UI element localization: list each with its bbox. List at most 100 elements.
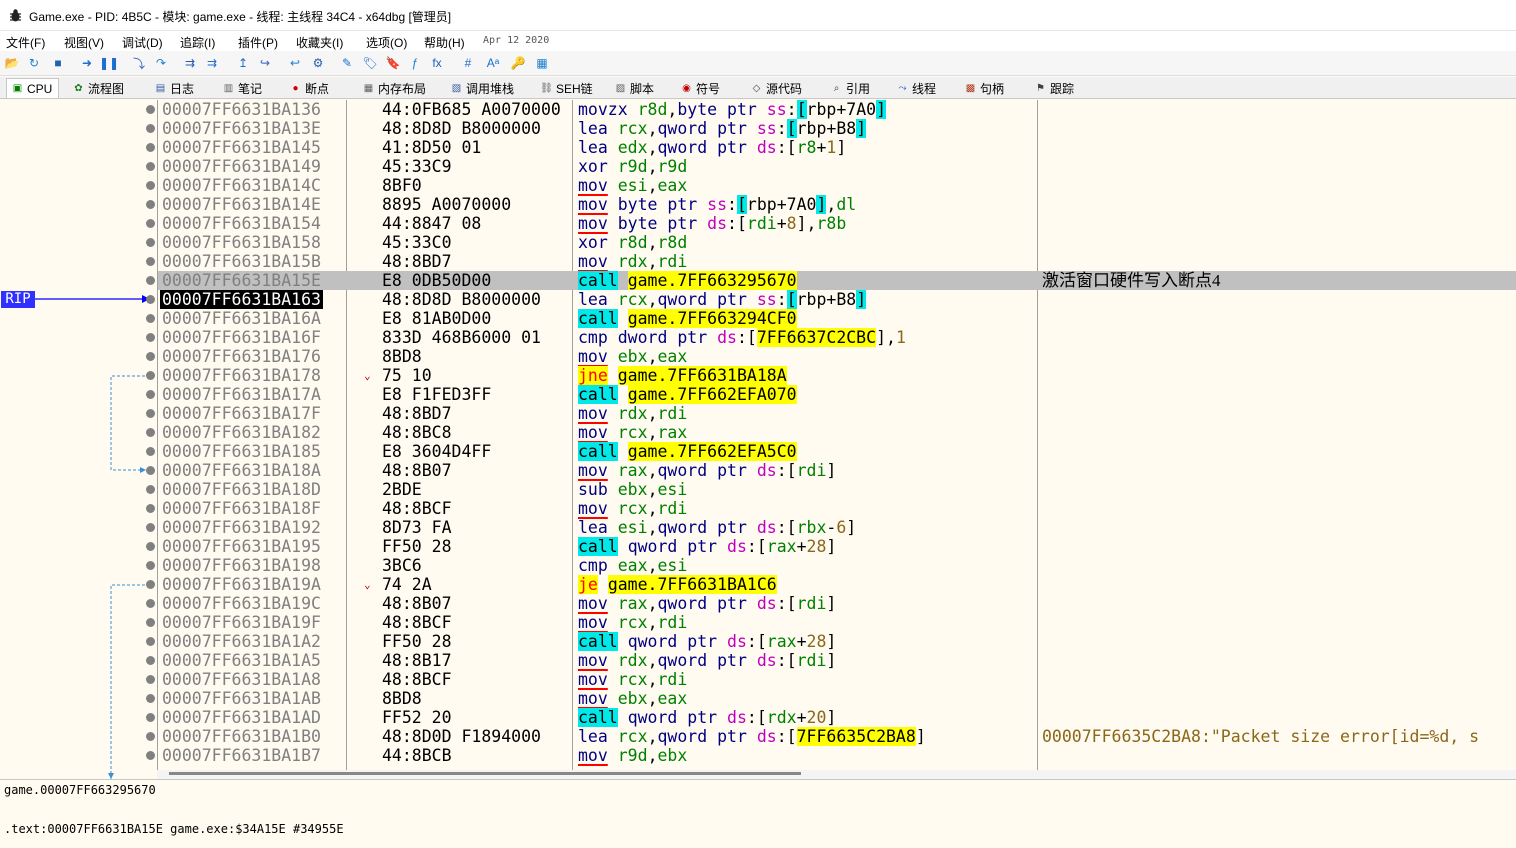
disasm-row[interactable]: 00007FF6631BA16F 833D 468B6000 01 cmp dwor… — [158, 328, 1516, 347]
stop-icon[interactable]: ■ — [50, 55, 66, 71]
disasm-row[interactable]: 00007FF6631BA1A2 FF50 28 call qword ptr ds… — [158, 632, 1516, 651]
breakpoint-marker[interactable] — [146, 694, 155, 703]
breakpoint-marker[interactable] — [146, 105, 155, 114]
disassembly-view[interactable]: 00007FF6631BA136 44:0FB685 A0070000 movzx … — [157, 100, 1516, 770]
scrollbar-thumb[interactable] — [169, 772, 801, 775]
disasm-row[interactable]: 00007FF6631BA19C 48:8B07 mov rax,qword ptr… — [158, 594, 1516, 613]
breakpoint-marker[interactable] — [146, 580, 155, 589]
breakpoint-marker[interactable] — [146, 675, 155, 684]
disasm-row[interactable]: 00007FF6631BA1B0 48:8D0D F1894000 lea rcx,… — [158, 727, 1516, 746]
trace-into-icon[interactable]: ⇉ — [182, 55, 198, 71]
tab-log[interactable]: ▤ 日志 — [150, 78, 200, 98]
menu-item[interactable]: 追踪(I) — [180, 34, 215, 51]
disasm-row[interactable]: 00007FF6631BA18F 48:8BCF mov rcx,rdi — [158, 499, 1516, 518]
breakpoint-marker[interactable] — [146, 276, 155, 285]
disasm-row[interactable]: 00007FF6631BA1A5 48:8B17 mov rdx,qword ptr… — [158, 651, 1516, 670]
breakpoint-marker[interactable] — [146, 713, 155, 722]
operand-token[interactable]: 7FF6635C2BA8 — [796, 727, 916, 746]
breakpoint-marker[interactable] — [146, 238, 155, 247]
operand-token[interactable]: 7FF6637C2CBC — [756, 328, 877, 347]
disasm-row[interactable]: 00007FF6631BA192 8D73 FA lea esi,qword ptr… — [158, 518, 1516, 537]
tab-script[interactable]: ▨ 脚本 — [610, 78, 660, 98]
menu-item[interactable]: 收藏夹(I) — [296, 34, 343, 51]
disasm-row[interactable]: 00007FF6631BA178 ⌄ 75 10 jne game.7FF6631BA… — [158, 366, 1516, 385]
disasm-row[interactable]: 00007FF6631BA185 E8 3604D4FF call game.7FF… — [158, 442, 1516, 461]
breakpoint-marker[interactable] — [146, 181, 155, 190]
breakpoint-marker[interactable] — [146, 751, 155, 760]
execute-till-return-icon[interactable]: ↥ — [235, 55, 251, 71]
strings-icon[interactable]: 🔑 — [510, 55, 526, 71]
disasm-row[interactable]: 00007FF6631BA15B 48:8BD7 mov rdx,rdi — [158, 252, 1516, 271]
operand-token[interactable]: game.7FF6631BA1C6 — [607, 575, 777, 594]
font-icon[interactable]: Aᵃ — [485, 55, 501, 71]
disasm-row[interactable]: 00007FF6631BA19A ⌄ 74 2A je game.7FF6631BA1… — [158, 575, 1516, 594]
horizontal-scrollbar[interactable] — [157, 770, 1516, 779]
operand-token[interactable]: game.7FF663295670 — [627, 271, 797, 290]
disasm-row[interactable]: 00007FF6631BA1AB 8BD8 mov ebx,eax — [158, 689, 1516, 708]
menu-item[interactable]: 帮助(H) — [424, 34, 465, 51]
step-back-icon[interactable]: ↩ — [287, 55, 303, 71]
calculator-icon[interactable]: ▦ — [534, 55, 550, 71]
breakpoint-marker[interactable] — [146, 523, 155, 532]
disasm-row[interactable]: 00007FF6631BA198 3BC6 cmp eax,esi — [158, 556, 1516, 575]
tab-threads[interactable]: ⤳ 线程 — [892, 78, 942, 98]
pause-icon[interactable]: ❚❚ — [99, 55, 119, 71]
disasm-row[interactable]: 00007FF6631BA149 45:33C9 xor r9d,r9d — [158, 157, 1516, 176]
disasm-row[interactable]: 00007FF6631BA154 44:8847 08 mov byte ptr d… — [158, 214, 1516, 233]
disasm-row[interactable]: 00007FF6631BA1B7 44:8BCB mov r9d,ebx — [158, 746, 1516, 765]
scylla-icon[interactable]: ⚙ — [310, 55, 326, 71]
tab-handles[interactable]: ▩ 句柄 — [960, 78, 1010, 98]
disasm-row[interactable]: 00007FF6631BA13E 48:8D8D B8000000 lea rcx,… — [158, 119, 1516, 138]
tab-symbols[interactable]: ◉ 符号 — [676, 78, 726, 98]
tab-graph[interactable]: ✿ 流程图 — [68, 78, 130, 98]
disasm-row[interactable]: 00007FF6631BA145 41:8D50 01 lea edx,qword … — [158, 138, 1516, 157]
tab-source[interactable]: ◇ 源代码 — [746, 78, 808, 98]
disasm-row[interactable]: 00007FF6631BA176 8BD8 mov ebx,eax — [158, 347, 1516, 366]
disasm-row[interactable]: 00007FF6631BA15E E8 0DB50D00 call game.7FF… — [158, 271, 1516, 290]
breakpoint-marker[interactable] — [146, 390, 155, 399]
run-to-user-code-icon[interactable]: ↪ — [257, 55, 273, 71]
breakpoint-marker[interactable] — [146, 447, 155, 456]
breakpoint-marker[interactable] — [146, 656, 155, 665]
tab-memory-map[interactable]: ▦ 内存布局 — [358, 78, 432, 98]
menu-item[interactable]: 选项(O) — [366, 34, 407, 51]
fx-icon[interactable]: fx — [429, 55, 445, 71]
breakpoint-marker[interactable] — [146, 162, 155, 171]
breakpoint-marker[interactable] — [146, 732, 155, 741]
breakpoint-marker[interactable] — [146, 409, 155, 418]
breakpoint-marker[interactable] — [146, 466, 155, 475]
breakpoint-marker[interactable] — [146, 618, 155, 627]
disasm-row[interactable]: 00007FF6631BA17A E8 F1FED3FF call game.7FF… — [158, 385, 1516, 404]
breakpoint-marker[interactable] — [146, 314, 155, 323]
disasm-row[interactable]: 00007FF6631BA18A 48:8B07 mov rax,qword ptr… — [158, 461, 1516, 480]
disasm-row[interactable]: 00007FF6631BA16A E8 81AB0D00 call game.7FF… — [158, 309, 1516, 328]
disasm-row[interactable]: 00007FF6631BA14E 8895 A0070000 mov byte pt… — [158, 195, 1516, 214]
step-into-icon[interactable]: ⤵ — [131, 55, 147, 71]
breakpoint-marker[interactable] — [146, 352, 155, 361]
breakpoint-marker[interactable] — [146, 542, 155, 551]
breakpoint-marker[interactable] — [146, 428, 155, 437]
breakpoint-marker[interactable] — [146, 143, 155, 152]
menu-item[interactable]: 视图(V) — [64, 34, 104, 51]
disasm-row[interactable]: 00007FF6631BA19F 48:8BCF mov rcx,rdi — [158, 613, 1516, 632]
operand-token[interactable]: game.7FF6631BA18A — [617, 366, 787, 385]
hash-icon[interactable]: # — [460, 55, 476, 71]
disasm-row[interactable]: 00007FF6631BA182 48:8BC8 mov rcx,rax — [158, 423, 1516, 442]
tab-cpu[interactable]: ▣ CPU — [6, 78, 60, 98]
operand-token[interactable]: game.7FF663294CF0 — [627, 309, 797, 328]
operand-token[interactable]: game.7FF662EFA5C0 — [627, 442, 797, 461]
disasm-row[interactable]: 00007FF6631BA136 44:0FB685 A0070000 movzx … — [158, 100, 1516, 119]
disasm-row[interactable]: 00007FF6631BA1A8 48:8BCF mov rcx,rdi — [158, 670, 1516, 689]
tab-trace[interactable]: ⚑ 跟踪 — [1030, 78, 1080, 98]
open-icon[interactable]: 📂 — [4, 55, 20, 71]
operand-token[interactable]: game.7FF662EFA070 — [627, 385, 797, 404]
restart-icon[interactable]: ↻ — [26, 55, 42, 71]
tab-breakpoint[interactable]: ● 断点 — [285, 78, 335, 98]
breakpoint-marker[interactable] — [146, 504, 155, 513]
trace-over-icon[interactable]: ⇉ — [204, 55, 220, 71]
disasm-row[interactable]: 00007FF6631BA158 45:33C0 xor r8d,r8d — [158, 233, 1516, 252]
menu-item[interactable]: 调试(D) — [122, 34, 163, 51]
breakpoint-marker[interactable] — [146, 333, 155, 342]
breakpoint-marker[interactable] — [146, 485, 155, 494]
tab-seh[interactable]: ⛓ SEH链 — [536, 78, 599, 98]
